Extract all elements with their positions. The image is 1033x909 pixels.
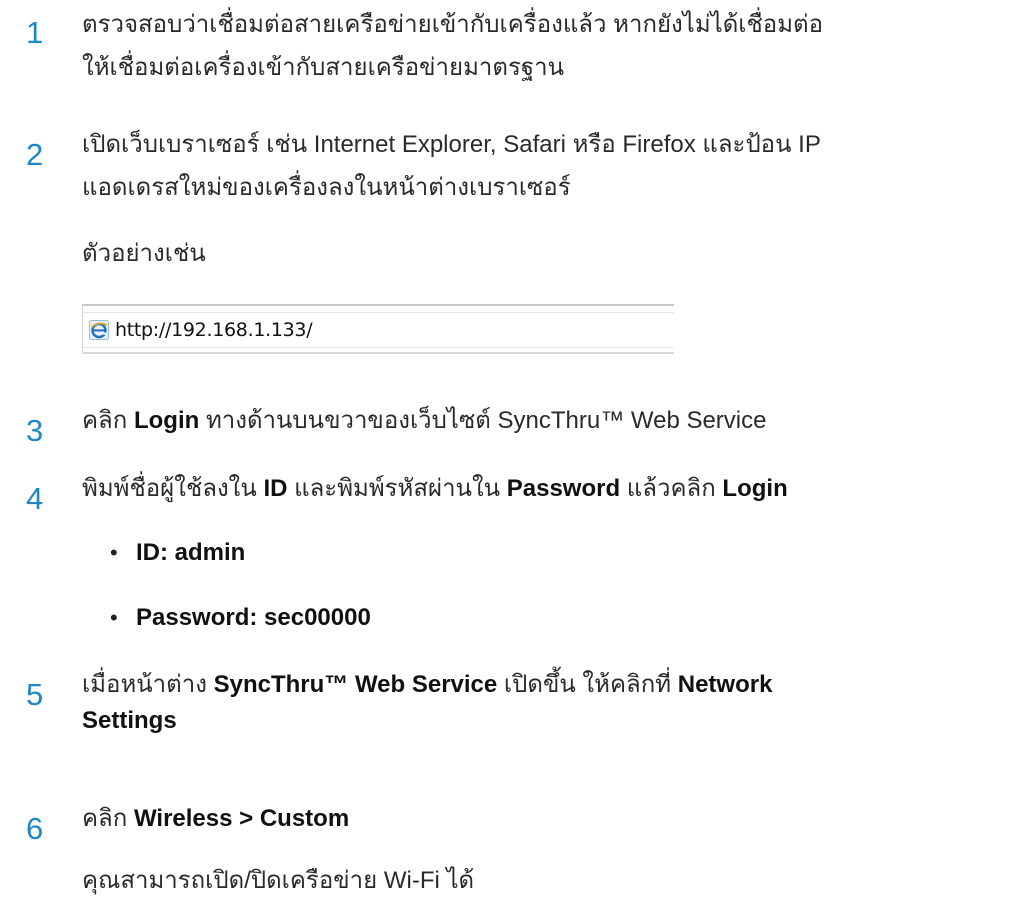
step-text-line: ตรวจสอบว่าเชื่อมต่อสายเครือข่ายเข้ากับเค…: [82, 11, 824, 38]
step-text-line: แอดเดรสใหม่ของเครื่องลงในหน้าต่างเบราเซอ…: [82, 174, 571, 201]
step-text-line: คลิก Login ทางด้านบนขวาของเว็บไซต์ SyncT…: [82, 406, 766, 436]
text: พิมพ์ชื่อผู้ใช้ลงใน: [82, 475, 264, 502]
login-label: Login: [722, 475, 788, 502]
text: คลิก: [82, 407, 134, 434]
browser-address-bar-screenshot: http://192.168.1.133/: [82, 304, 674, 354]
text: เมื่อหน้าต่าง: [82, 671, 214, 698]
bullet-mark: •: [110, 540, 118, 565]
step-text-line: เปิดเว็บเบราเซอร์ เช่น Internet Explorer…: [82, 131, 821, 158]
text: คลิก: [82, 805, 134, 832]
step-number: 4: [26, 481, 44, 516]
bullet-text: ID: admin: [136, 539, 246, 566]
step-number: 2: [26, 137, 44, 172]
url-text: http://192.168.1.133/: [115, 319, 313, 341]
bullet-mark: •: [110, 605, 118, 630]
text: ทางด้านบนขวาของเว็บไซต์ SyncThru™ Web Se…: [199, 407, 767, 434]
bullet-text: Password: sec00000: [136, 604, 371, 631]
password-label: Password: [506, 475, 621, 502]
step-number: 1: [26, 15, 44, 50]
web-service-label: SyncThru™ Web Service: [213, 671, 498, 698]
internet-explorer-icon: [89, 320, 109, 340]
step-note: คุณสามารถเปิด/ปิดเครือข่าย Wi-Fi ได้: [82, 867, 475, 894]
text: แล้วคลิก: [620, 475, 723, 502]
login-label: Login: [133, 407, 200, 434]
wireless-custom-label: Wireless > Custom: [133, 805, 350, 832]
step-number: 3: [26, 413, 44, 448]
example-label: ตัวอย่างเช่น: [82, 240, 206, 267]
step-text-line: คลิก Wireless > Custom: [82, 804, 349, 834]
settings-label: Settings: [82, 707, 177, 734]
network-label: Network: [677, 671, 773, 698]
step-text-line: เมื่อหน้าต่าง SyncThru™ Web Service เปิด…: [82, 670, 772, 700]
text: และพิมพ์รหัสผ่านใน: [287, 475, 507, 502]
step-text-line: พิมพ์ชื่อผู้ใช้ลงใน ID และพิมพ์รหัสผ่านใ…: [82, 474, 788, 504]
step-number: 5: [26, 677, 44, 712]
id-label: ID: [263, 475, 288, 502]
address-field: http://192.168.1.133/: [83, 312, 674, 348]
step-text-line: ให้เชื่อมต่อเครื่องเข้ากับสายเครือข่ายมา…: [82, 54, 564, 81]
text: เปิดขึ้น ให้คลิกที่: [497, 671, 678, 698]
step-number: 6: [26, 811, 44, 846]
